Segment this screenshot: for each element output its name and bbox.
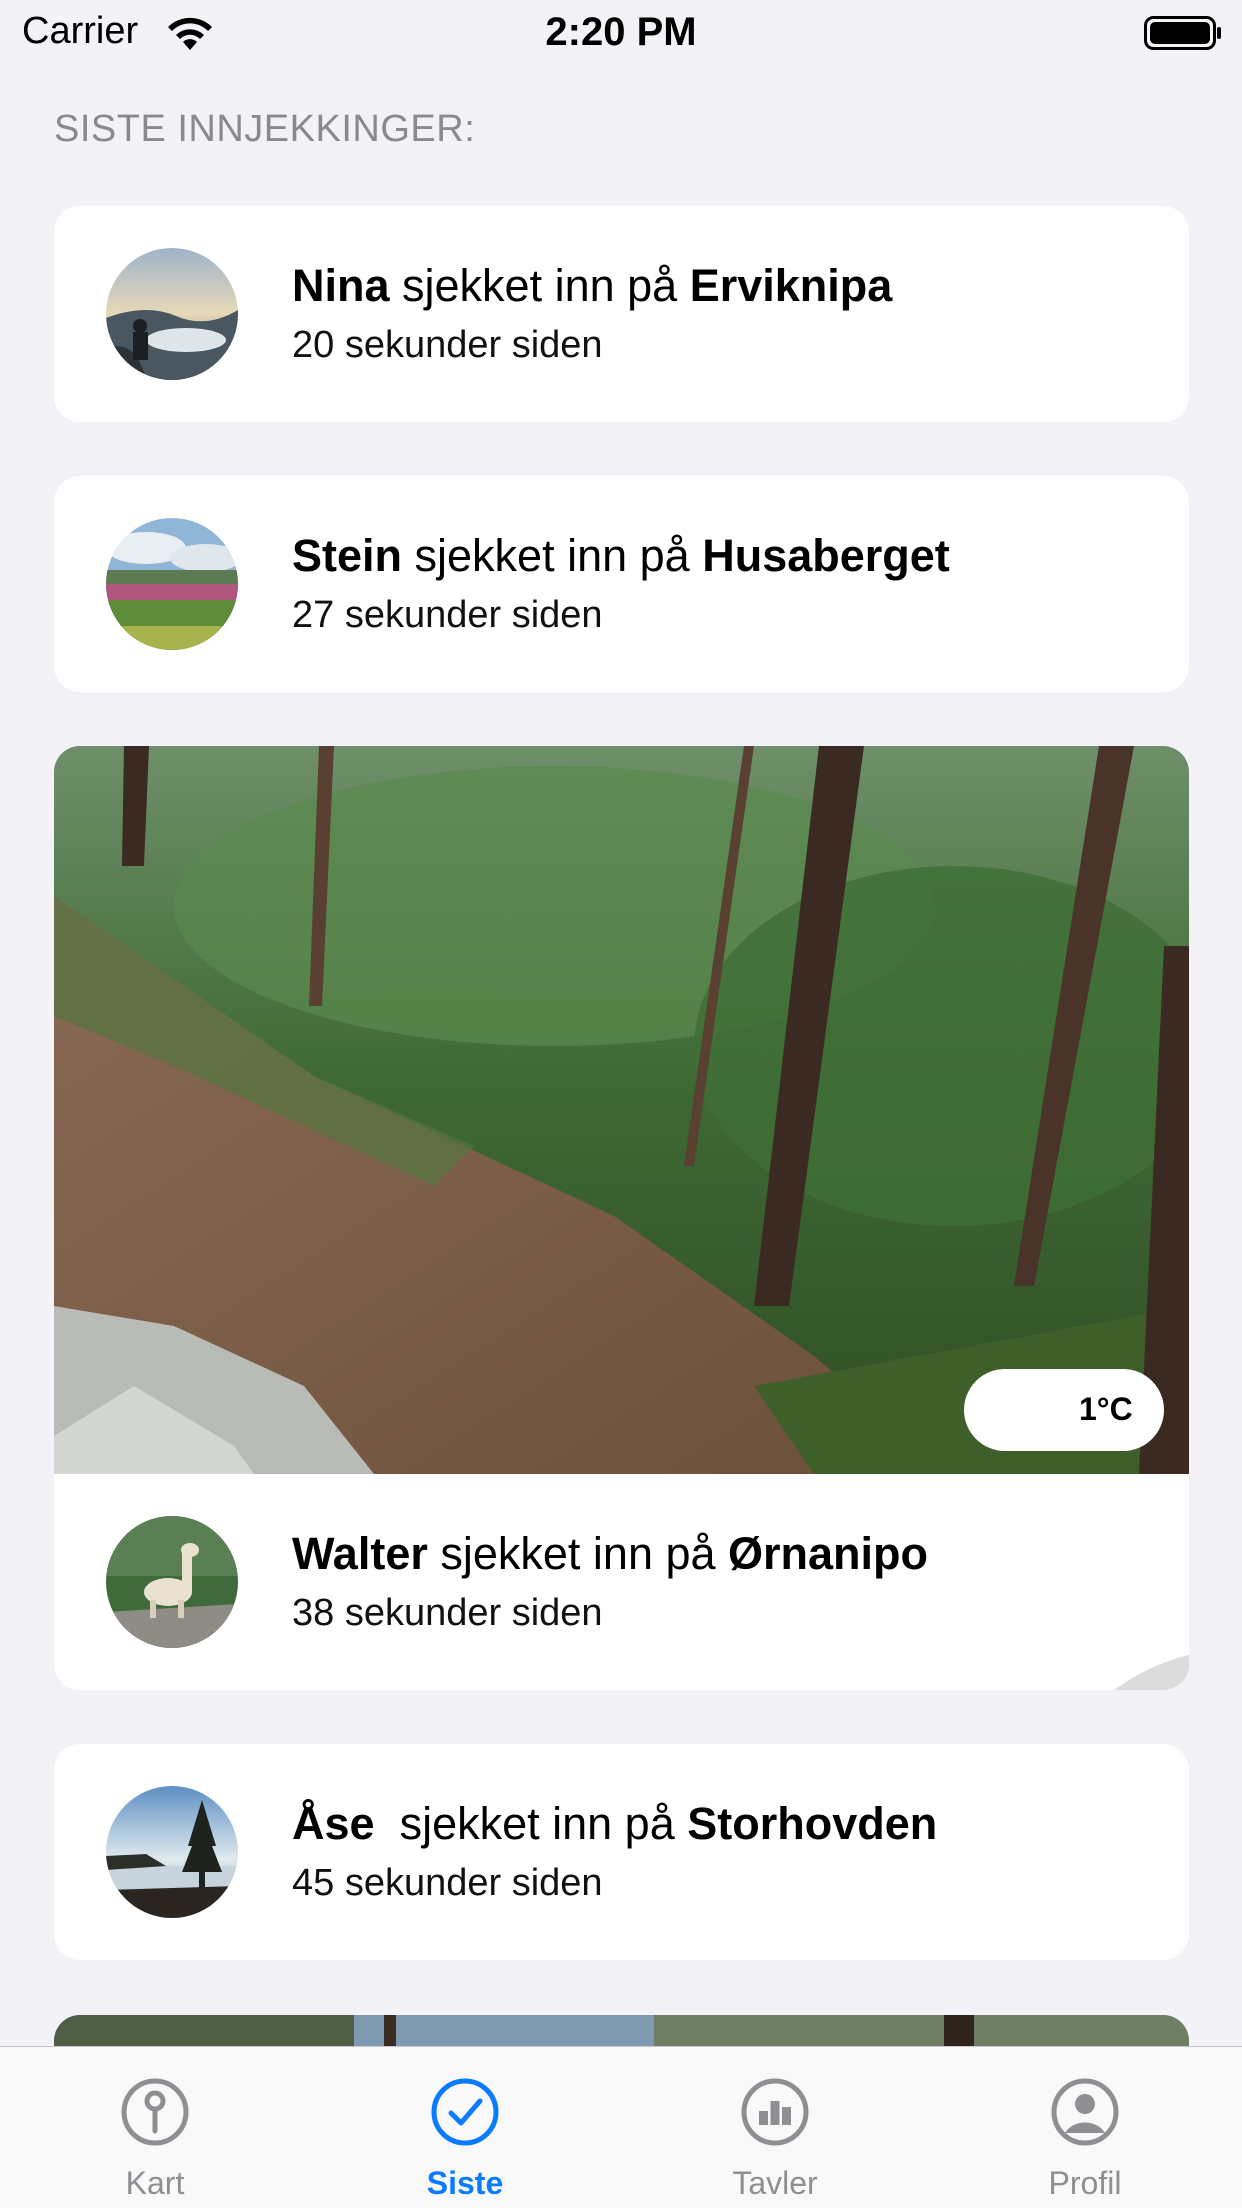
bar-chart-icon [740,2077,810,2147]
map-pin-icon [120,2077,190,2147]
status-bar: Carrier 2:20 PM [0,0,1242,66]
checkin-card[interactable]: Nina sjekket inn på Erviknipa 20 sekunde… [54,206,1189,422]
checkin-row[interactable]: Nina sjekket inn på Erviknipa 20 sekunde… [54,206,1189,422]
temperature: 1°C [1079,1391,1133,1427]
avatar [106,1516,238,1648]
place-name: Ørnanipo [728,1528,929,1579]
user-name: Stein [292,530,403,581]
place-name: Husaberget [702,530,950,581]
profile-icon [1050,2077,1120,2147]
tab-profil[interactable]: Profil [930,2047,1240,2208]
checkmark-circle-icon [430,2077,500,2147]
tab-kart[interactable]: Kart [0,2047,310,2208]
checkin-photo[interactable]: 1°C [54,746,1189,1690]
checkin-card[interactable]: Stein sjekket inn på Husaberget 27 sekun… [54,476,1189,692]
place-name: Erviknipa [689,260,893,311]
checkin-card-with-photo[interactable]: 1°C Walter sjekket inn på Ørnanipo 38 se… [54,746,1189,1690]
battery-icon [1144,16,1222,50]
user-name: Walter [292,1528,428,1579]
clock: 2:20 PM [545,10,697,54]
tab-label: Profil [1048,2165,1122,2201]
tab-bar: Kart Siste Tavler Profil [0,2046,1242,2208]
time-ago: 20 sekunder siden [292,324,603,366]
tab-tavler[interactable]: Tavler [620,2047,930,2208]
checkin-row[interactable]: Åse sjekket inn på Storhovden 45 sekunde… [54,1744,1189,1960]
tab-label: Siste [426,2165,504,2201]
section-header: SISTE INNJEKKINGER: [54,108,476,150]
checkin-verb: sjekket inn på [389,260,690,311]
user-name: Nina [292,260,390,311]
checkin-text: Nina sjekket inn på Erviknipa [292,260,892,312]
avatar [106,518,238,650]
checkin-row[interactable]: Walter sjekket inn på Ørnanipo 38 sekund… [54,1474,1189,1690]
checkin-text: Walter sjekket inn på Ørnanipo [292,1528,928,1580]
user-name: Åse [292,1798,375,1849]
checkin-verb: sjekket inn på [402,530,703,581]
time-ago: 38 sekunder siden [292,1592,603,1634]
avatar [106,1786,238,1918]
tab-siste[interactable]: Siste [310,2047,620,2208]
checkin-text: Stein sjekket inn på Husaberget [292,530,950,582]
avatar [106,248,238,380]
tab-label: Tavler [732,2165,818,2201]
weather-badge: 1°C [964,1369,1189,1690]
time-ago: 27 sekunder siden [292,594,603,636]
checkin-card[interactable]: Åse sjekket inn på Storhovden 45 sekunde… [54,1744,1189,1960]
tab-label: Kart [125,2165,185,2201]
checkin-verb: sjekket inn på [427,1528,729,1579]
time-ago: 45 sekunder siden [292,1862,603,1904]
checkin-verb: sjekket inn på [374,1798,688,1849]
checkin-row[interactable]: Stein sjekket inn på Husaberget 27 sekun… [54,476,1189,692]
place-name: Storhovden [687,1798,938,1849]
checkin-text: Åse sjekket inn på Storhovden [292,1798,937,1850]
